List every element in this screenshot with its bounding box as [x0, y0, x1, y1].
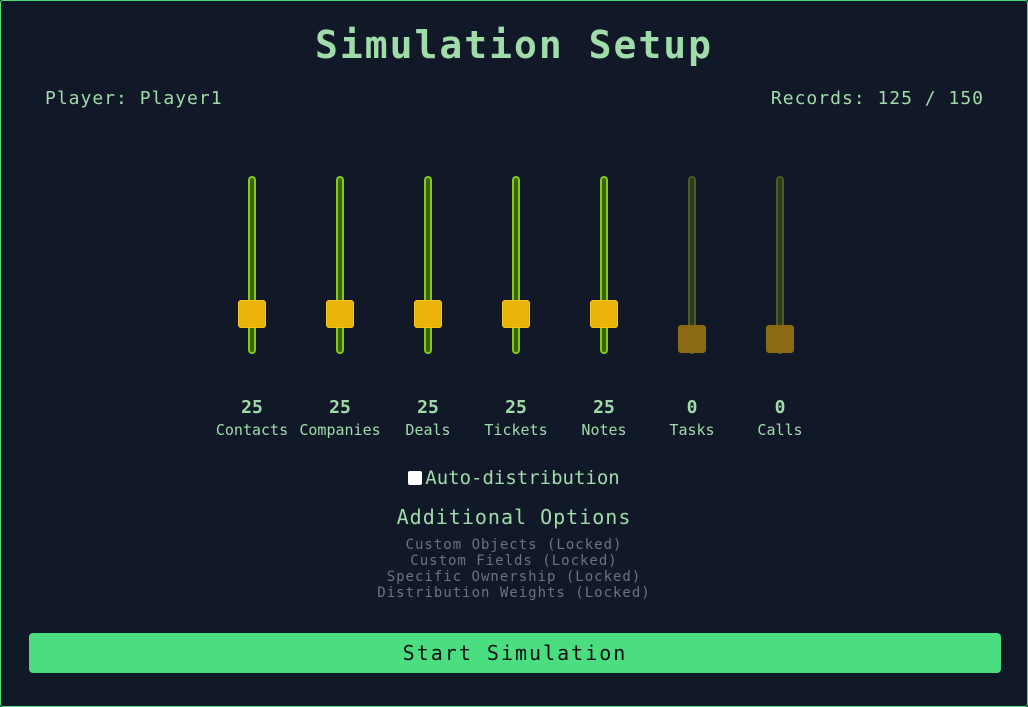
additional-options-title: Additional Options — [396, 505, 632, 529]
slider-companies[interactable]: 25 Companies — [299, 175, 381, 445]
slider-thumb[interactable] — [238, 300, 266, 328]
slider-thumb — [766, 325, 794, 353]
auto-distribution-toggle[interactable]: Auto-distribution — [1, 467, 1027, 489]
slider-value: 25 — [417, 397, 439, 418]
start-simulation-button[interactable]: Start Simulation — [29, 633, 1001, 673]
slider-value: 25 — [593, 397, 615, 418]
slider-thumb[interactable] — [590, 300, 618, 328]
record-sliders: 25 Contacts 25 Companies 25 Deals 25 Tic… — [1, 1, 1028, 461]
slider-label: Calls — [757, 421, 803, 439]
slider-tickets[interactable]: 25 Tickets — [484, 175, 548, 445]
slider-thumb[interactable] — [502, 300, 530, 328]
slider-contacts[interactable]: 25 Contacts — [216, 175, 288, 445]
slider-label: Contacts — [215, 421, 289, 439]
slider-value: 0 — [774, 397, 786, 418]
slider-value: 0 — [686, 397, 698, 418]
slider-value: 25 — [329, 397, 351, 418]
slider-label: Tickets — [484, 421, 548, 439]
option-specific-ownership: Specific Ownership (Locked) — [386, 569, 642, 585]
option-custom-objects: Custom Objects (Locked) — [405, 537, 623, 553]
slider-thumb[interactable] — [326, 300, 354, 328]
slider-tasks: 0 Tasks — [664, 175, 724, 445]
slider-value: 25 — [505, 397, 527, 418]
auto-distribution-checkbox[interactable] — [408, 471, 423, 485]
simulation-setup-panel: Simulation Setup Player: Player1 Records… — [0, 0, 1028, 707]
option-distribution-weights: Distribution Weights (Locked) — [377, 585, 651, 601]
slider-label: Tasks — [669, 421, 715, 439]
slider-label: Notes — [581, 421, 627, 439]
slider-deals[interactable]: 25 Deals — [400, 175, 460, 445]
slider-thumb[interactable] — [414, 300, 442, 328]
slider-label: Deals — [405, 421, 451, 439]
additional-options-list: Custom Objects (Locked) Custom Fields (L… — [1, 537, 1027, 601]
slider-value: 25 — [241, 397, 263, 418]
slider-thumb — [678, 325, 706, 353]
auto-distribution-label: Auto-distribution — [425, 467, 620, 489]
option-custom-fields: Custom Fields (Locked) — [410, 553, 618, 569]
slider-notes[interactable]: 25 Notes — [576, 175, 636, 445]
slider-label: Companies — [299, 421, 381, 439]
slider-calls: 0 Calls — [752, 175, 812, 445]
